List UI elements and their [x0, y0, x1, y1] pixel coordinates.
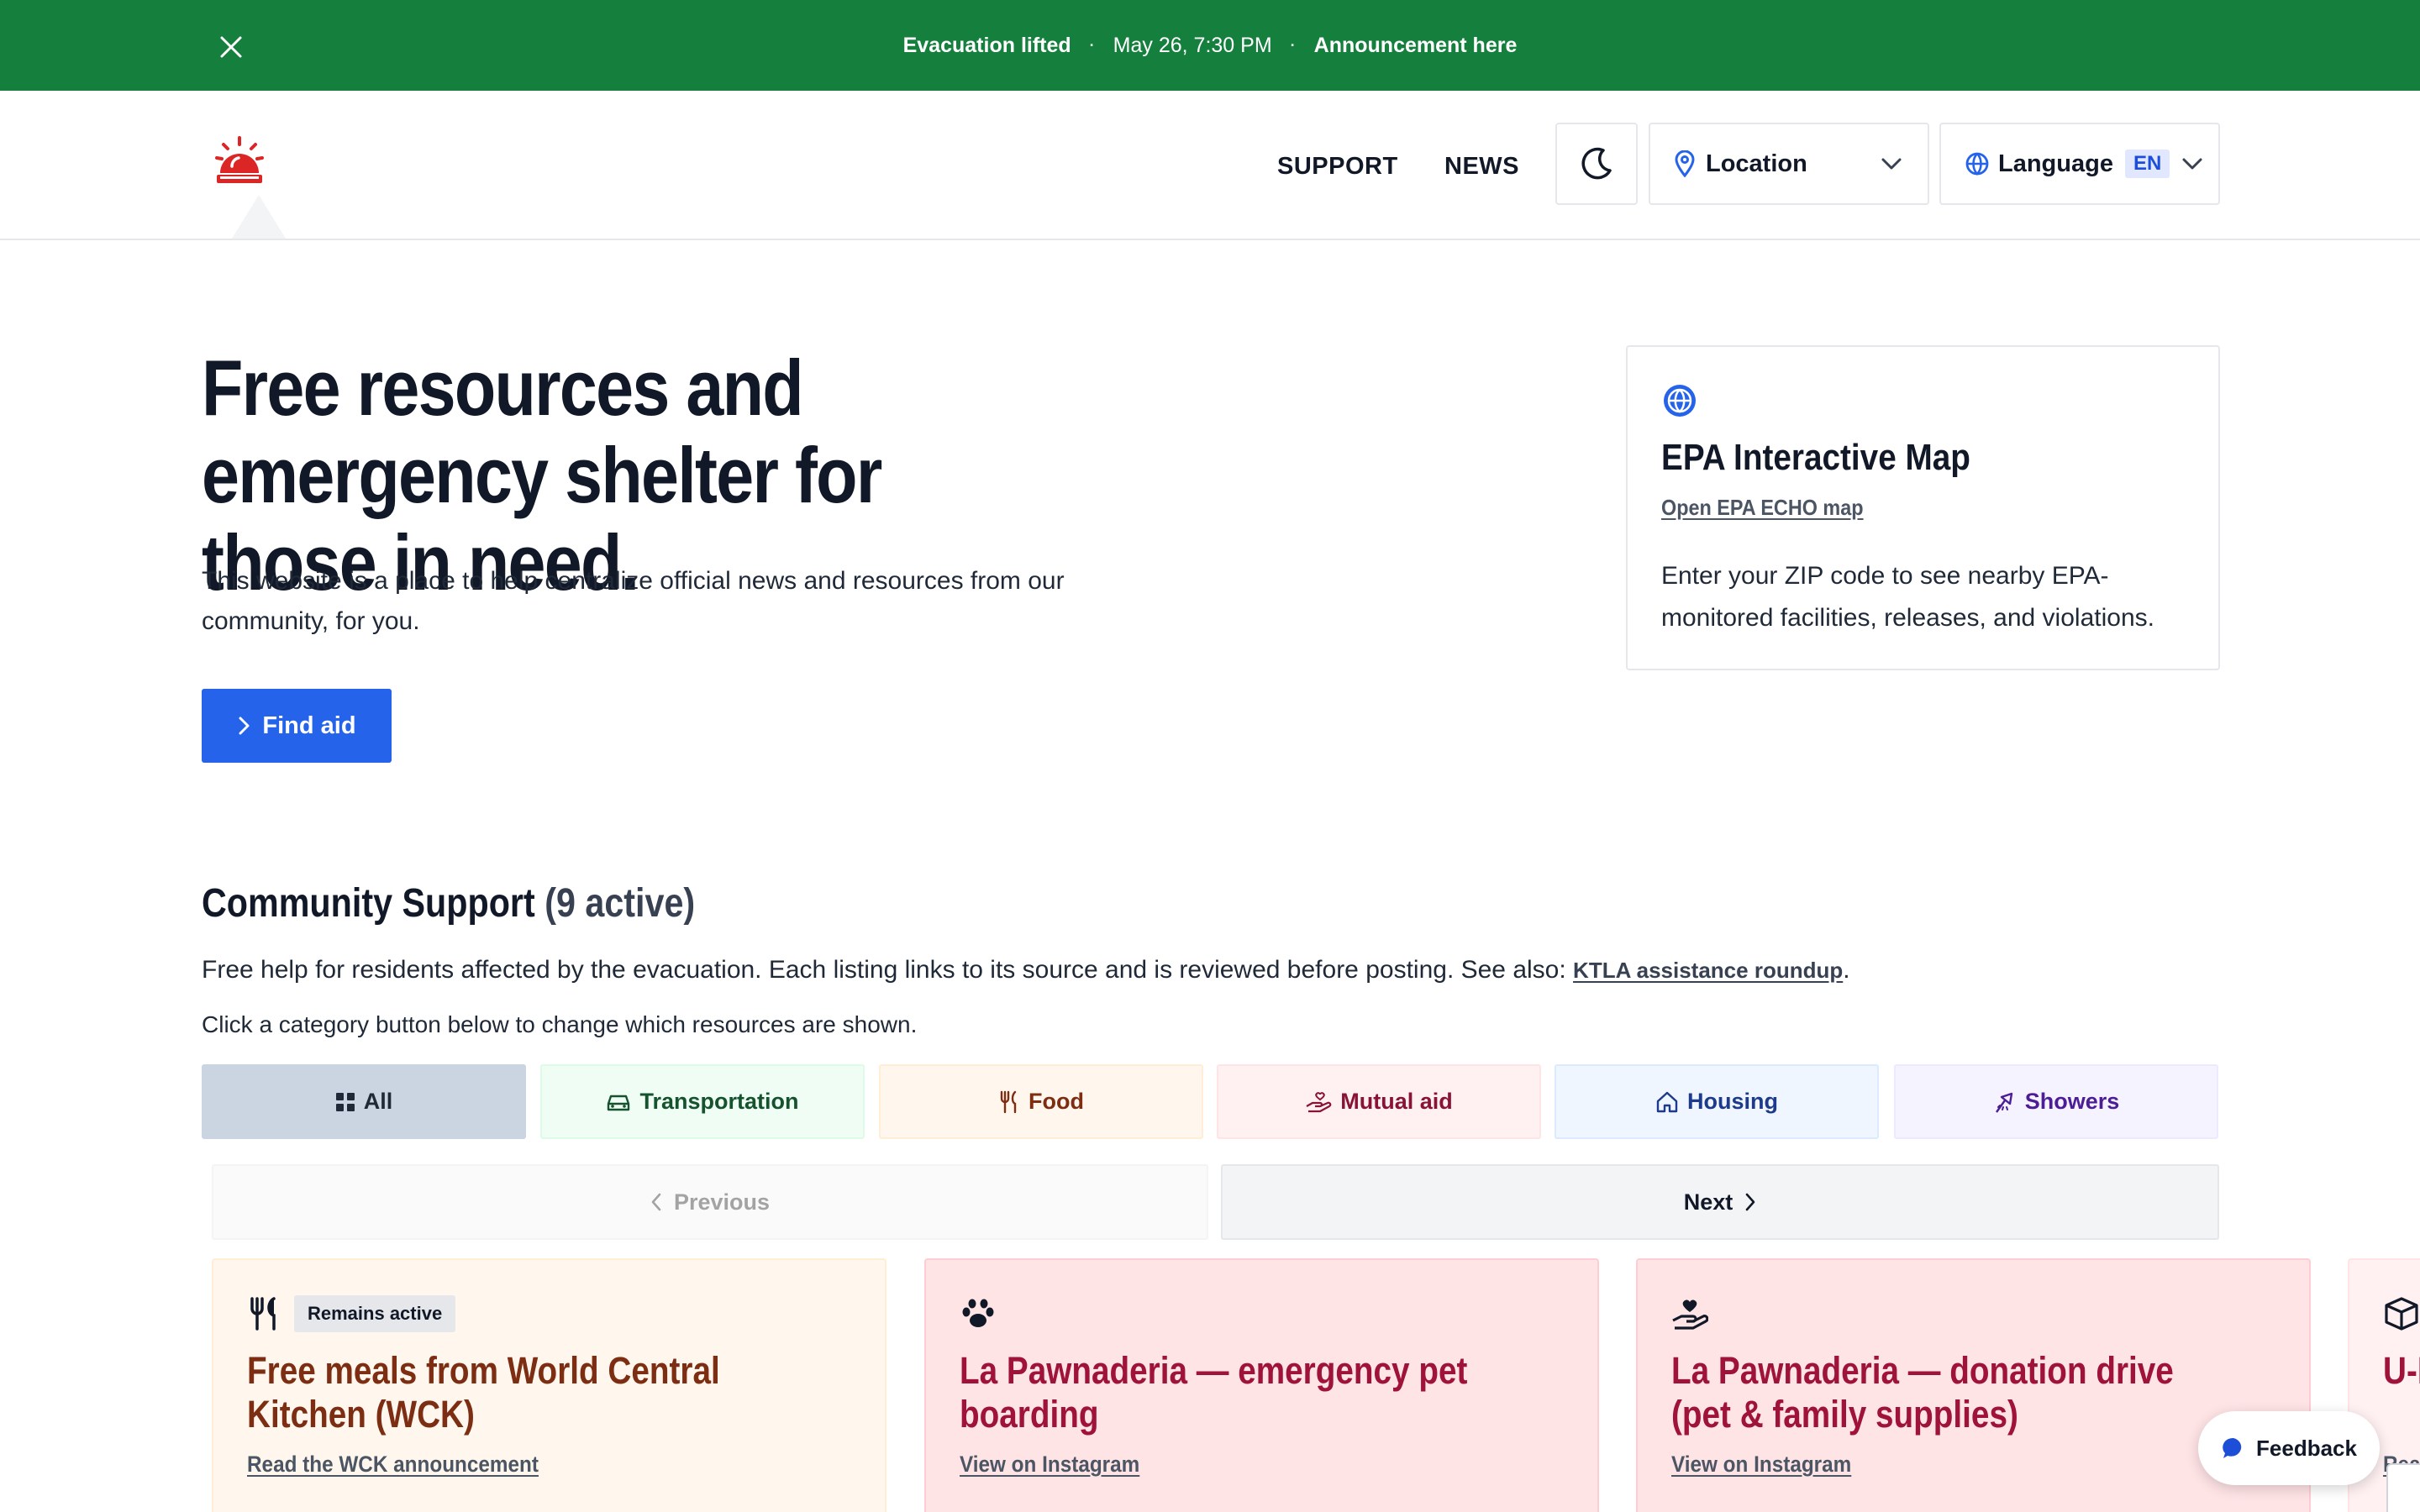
card-title: La Pawnaderia — donation drive (pet & fa… — [1671, 1349, 2174, 1436]
community-support-title: Community Support (9 active) — [202, 880, 695, 927]
partial-edge-button[interactable] — [2386, 1463, 2420, 1512]
hand-heart-icon — [1672, 1299, 1708, 1330]
card-source-link[interactable]: View on Instagram — [1671, 1452, 1851, 1478]
map-pin-icon — [1675, 150, 1695, 177]
language-code-badge: EN — [2124, 150, 2170, 178]
announcement-message: Evacuation lifted · May 26, 7:30 PM · An… — [0, 0, 2420, 91]
theme-toggle-button[interactable] — [1555, 123, 1638, 205]
community-description: Free help for residents affected by the … — [202, 956, 1850, 984]
category-hint: Click a category button below to change … — [202, 1011, 918, 1037]
hero-description: This website is a place to help centrali… — [202, 567, 1065, 635]
announcement-date: May 26, 7:30 PM — [1113, 33, 1272, 57]
resource-card: La Pawnaderia — emergency pet boarding V… — [924, 1258, 1599, 1512]
chevron-right-icon — [1745, 1193, 1755, 1211]
category-label: Showers — [2024, 1089, 2120, 1114]
announcement-text: Announcement here — [1313, 33, 1518, 57]
grid-icon — [335, 1092, 355, 1111]
resource-card: Remains active Free meals from World Cen… — [212, 1258, 886, 1512]
box-icon — [2385, 1297, 2418, 1331]
announcement-status: Evacuation lifted — [902, 33, 1071, 57]
chevron-left-icon — [651, 1193, 661, 1211]
epa-card-title: EPA Interactive Map — [1661, 437, 1970, 478]
chevron-right-icon — [239, 717, 250, 735]
status-badge: Remains active — [294, 1295, 456, 1332]
paw-icon — [962, 1299, 994, 1327]
site-header: SUPPORT NEWS Location Language EN — [0, 91, 2420, 240]
announcement-bar: Evacuation lifted · May 26, 7:30 PM · An… — [0, 0, 2420, 91]
fork-knife-icon — [1000, 1090, 1017, 1113]
category-mutual-aid-button[interactable]: Mutual aid — [1217, 1064, 1541, 1139]
location-select[interactable]: Location — [1649, 123, 1929, 205]
language-select[interactable]: Language EN — [1939, 123, 2220, 205]
car-icon — [608, 1095, 630, 1110]
card-title: Free meals from World Central Kitchen (W… — [247, 1349, 720, 1436]
logo-pointer-decoration — [232, 195, 286, 239]
epa-map-card: EPA Interactive Map Open EPA ECHO map En… — [1626, 345, 2220, 670]
announcement-separator: · — [1290, 36, 1296, 54]
category-label: Transportation — [639, 1089, 799, 1114]
category-label: Food — [1028, 1089, 1084, 1114]
shower-icon — [1995, 1092, 2012, 1113]
hand-heart-icon — [1306, 1091, 1332, 1112]
house-icon — [1656, 1091, 1678, 1112]
globe-icon — [1664, 385, 1696, 417]
next-label: Next — [1683, 1189, 1733, 1215]
moon-icon — [1581, 147, 1612, 180]
active-count: (9 active) — [544, 881, 696, 926]
siren-logo-icon[interactable] — [212, 133, 267, 188]
find-aid-label: Find aid — [262, 711, 356, 739]
ktla-roundup-link[interactable]: KTLA assistance roundup — [1573, 958, 1843, 983]
category-label: Mutual aid — [1340, 1089, 1453, 1114]
community-description-text: Free help for residents affected by the … — [202, 956, 1566, 984]
category-all-button[interactable]: All — [202, 1064, 526, 1139]
chevron-down-icon — [2182, 158, 2202, 170]
chevron-down-icon — [1881, 158, 1902, 170]
category-housing-button[interactable]: Housing — [1555, 1064, 1879, 1139]
announcement-separator: · — [1089, 36, 1095, 54]
epa-map-link[interactable]: Open EPA ECHO map — [1661, 495, 1864, 521]
chat-bubble-icon — [2223, 1437, 2242, 1458]
nav-news-link[interactable]: NEWS — [1444, 153, 1519, 181]
card-title: U-H — [2383, 1349, 2420, 1392]
epa-card-description: Enter your ZIP code to see nearby EPA-mo… — [1661, 562, 2154, 632]
community-title-text: Community Support — [202, 881, 535, 926]
nav-support-link[interactable]: SUPPORT — [1277, 153, 1398, 181]
previous-label: Previous — [673, 1189, 771, 1215]
category-label: Housing — [1687, 1089, 1778, 1114]
next-page-button[interactable]: Next — [1221, 1164, 2219, 1240]
feedback-label: Feedback — [2256, 1435, 2357, 1461]
card-source-link[interactable]: View on Instagram — [960, 1452, 1139, 1478]
feedback-button[interactable]: Feedback — [2198, 1411, 2380, 1485]
card-source-link[interactable]: Read the WCK announcement — [247, 1452, 539, 1478]
find-aid-button[interactable]: Find aid — [202, 689, 392, 763]
language-label: Language — [1998, 150, 2113, 177]
category-transportation-button[interactable]: Transportation — [540, 1064, 865, 1139]
previous-page-button[interactable]: Previous — [212, 1164, 1208, 1240]
location-label: Location — [1706, 150, 1807, 177]
fork-knife-icon — [250, 1297, 276, 1331]
card-title: La Pawnaderia — emergency pet boarding — [960, 1349, 1468, 1436]
category-label: All — [363, 1089, 393, 1114]
category-showers-button[interactable]: Showers — [1894, 1064, 2218, 1139]
globe-icon — [1965, 152, 1989, 176]
category-food-button[interactable]: Food — [879, 1064, 1203, 1139]
